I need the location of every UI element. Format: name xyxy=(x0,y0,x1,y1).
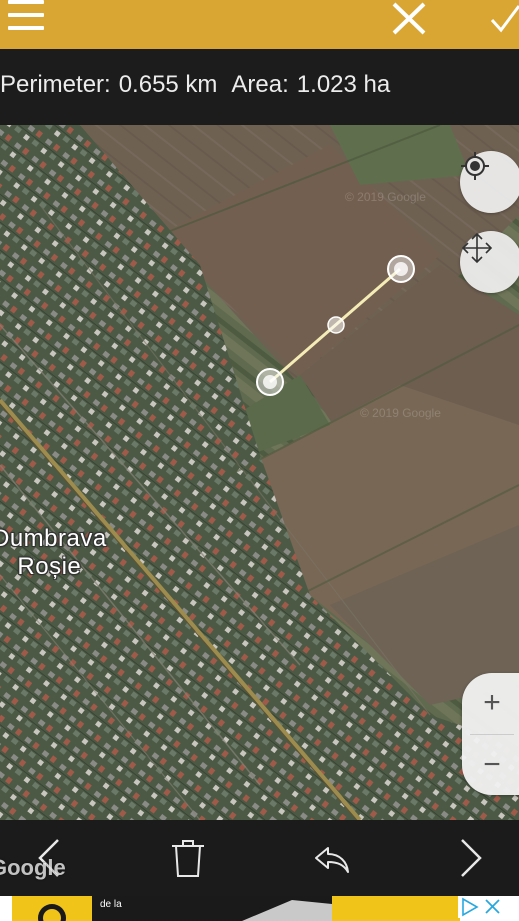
check-icon[interactable] xyxy=(486,0,519,40)
place-label-line2: Roșie xyxy=(17,553,82,580)
measurement-bar: Perimeter: 0.655 km Area: 1.023 ha xyxy=(0,49,519,125)
top-toolbar xyxy=(0,0,519,49)
perimeter-label: Perimeter: xyxy=(0,71,111,98)
ad-controls xyxy=(458,896,506,918)
ad-banner[interactable]: de la xyxy=(0,896,519,921)
google-watermark: Google xyxy=(0,855,66,880)
hamburger-menu-icon[interactable] xyxy=(8,0,44,32)
move-arrows-icon xyxy=(461,232,493,264)
my-location-button[interactable] xyxy=(460,151,519,213)
undo-icon[interactable] xyxy=(310,836,354,880)
ad-image-left xyxy=(12,896,92,921)
close-icon[interactable] xyxy=(388,0,432,40)
satellite-map[interactable]: © 2019 Google © 2019 Google Dumbrava Roș… xyxy=(0,125,519,820)
midpoint-handle[interactable] xyxy=(327,316,345,334)
bottom-toolbar xyxy=(0,820,519,896)
pan-button[interactable] xyxy=(460,231,519,293)
ad-image-middle: de la xyxy=(92,896,332,921)
zoom-in-button[interactable]: + xyxy=(462,673,519,733)
tile-watermark-1: © 2019 Google xyxy=(345,190,426,204)
adchoices-icon[interactable] xyxy=(462,897,479,917)
vertex-center xyxy=(394,262,408,276)
tile-watermark-2: © 2019 Google xyxy=(360,406,441,420)
place-label: Dumbrava Roșie xyxy=(0,525,107,581)
ad-close-icon[interactable] xyxy=(485,899,500,914)
area-label: Area: xyxy=(231,71,289,98)
area-value: 1.023 ha xyxy=(296,71,391,98)
ad-image-right xyxy=(332,896,460,921)
place-label-line1: Dumbrava xyxy=(0,525,107,552)
trash-icon[interactable] xyxy=(166,836,210,880)
vertex-center xyxy=(263,375,277,389)
chevron-right-icon[interactable] xyxy=(450,836,494,880)
satellite-imagery: © 2019 Google © 2019 Google xyxy=(0,125,519,820)
zoom-out-button[interactable]: − xyxy=(462,735,519,795)
zoom-control: + − xyxy=(462,673,519,795)
perimeter-value: 0.655 km xyxy=(118,71,218,98)
my-location-icon xyxy=(461,152,489,180)
